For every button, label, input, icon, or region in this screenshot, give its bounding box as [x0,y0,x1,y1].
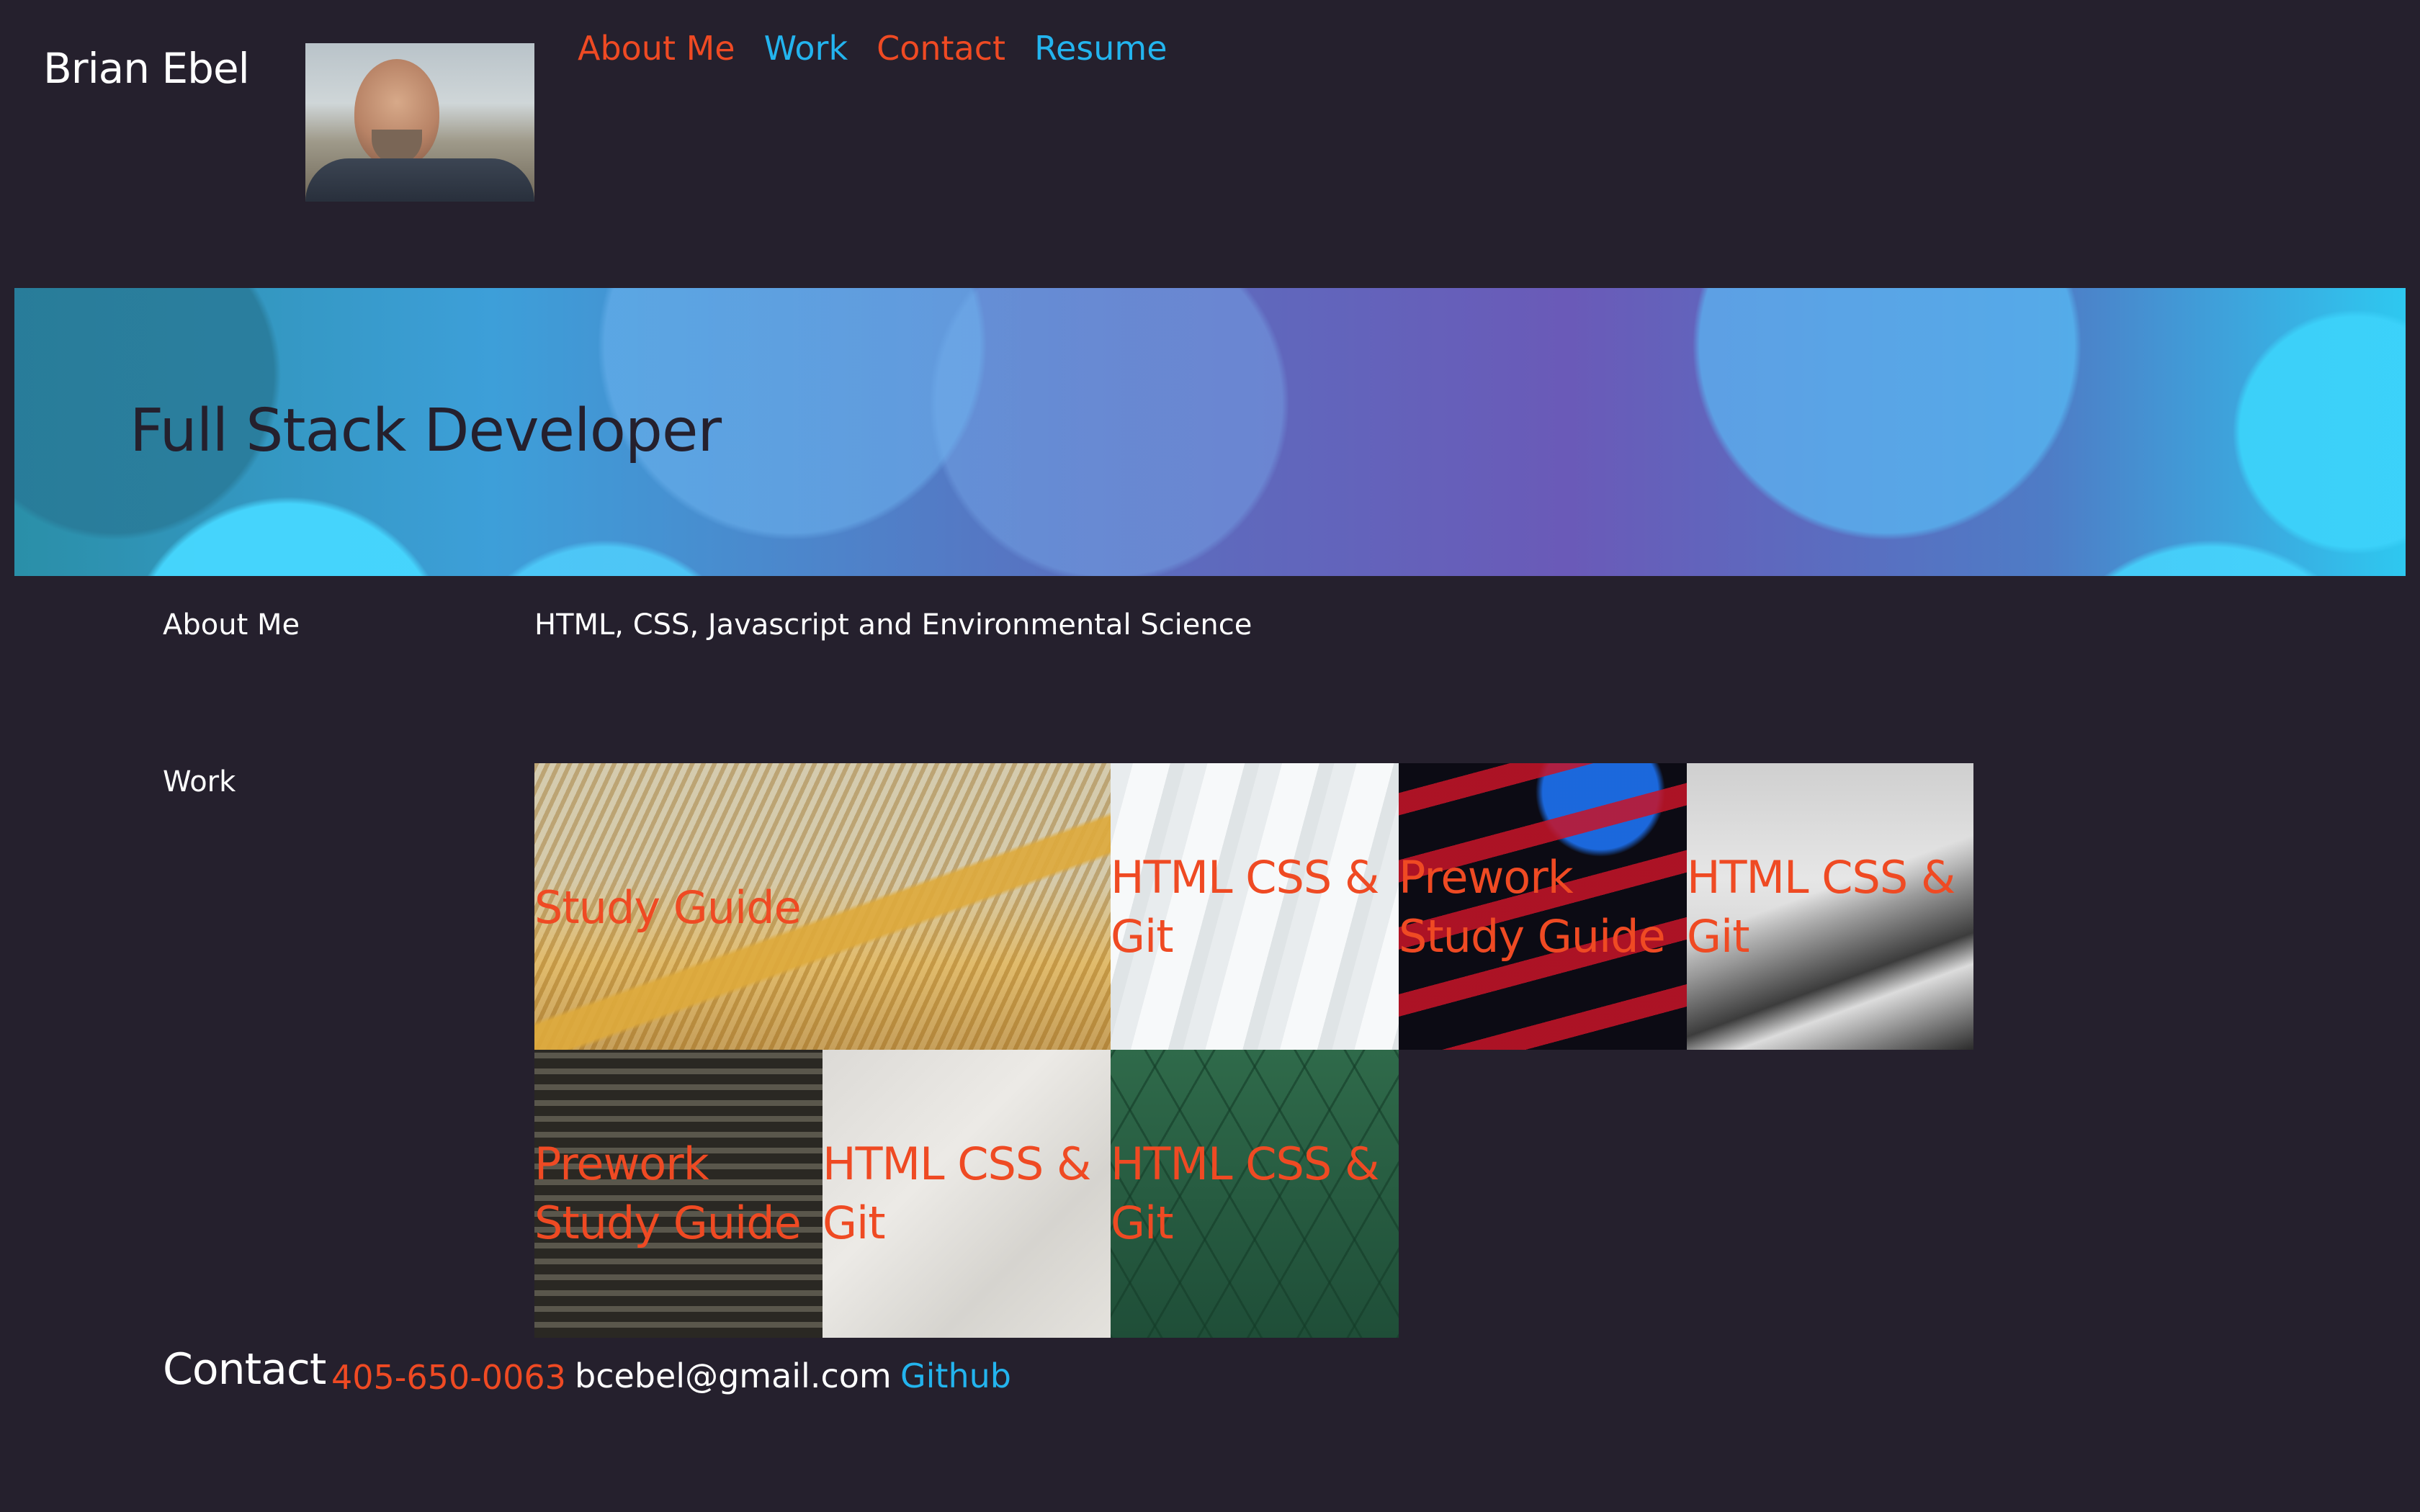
work-label: Work [163,765,236,798]
portfolio-page: Brian Ebel About Me Work Contact Resume … [0,0,2420,1512]
contact-phone-link[interactable]: 405-650-0063 [331,1361,566,1394]
project-tile-html-css-git[interactable]: HTML CSS & Git [823,1050,1111,1338]
project-title: Study Guide [534,881,802,934]
about-label: About Me [163,608,300,642]
nav-contact[interactable]: Contact [877,32,1005,65]
project-title: HTML CSS & Git [1687,851,1955,963]
about-text: HTML, CSS, Javascript and Environmental … [534,608,1252,642]
project-title: HTML CSS & Git [1111,1138,1379,1249]
nav-work[interactable]: Work [764,32,848,65]
hero-banner: Full Stack Developer [14,288,2406,576]
nav-about-me[interactable]: About Me [578,32,735,65]
project-tile-prework-study-guide[interactable]: Prework Study Guide [1399,763,1687,1050]
project-title: Prework Study Guide [1399,851,1666,963]
nav-resume[interactable]: Resume [1034,32,1167,65]
project-title: Prework Study Guide [534,1138,802,1249]
contact-github-link[interactable]: Github [900,1359,1011,1392]
project-title: HTML CSS & Git [1111,851,1379,963]
avatar [305,43,534,202]
project-tile-study-guide[interactable]: Study Guide [534,763,1111,1050]
site-title: Brian Ebel [43,44,250,93]
hero-title: Full Stack Developer [130,397,722,465]
contact-email-link[interactable]: bcebel@gmail.com [575,1359,892,1392]
project-tile-prework-study-guide[interactable]: Prework Study Guide [534,1050,823,1338]
project-tile-html-css-git[interactable]: HTML CSS & Git [1111,763,1399,1050]
project-tile-html-css-git[interactable]: HTML CSS & Git [1111,1050,1399,1338]
avatar-jacket [305,158,534,202]
project-tile-html-css-git[interactable]: HTML CSS & Git [1687,763,1973,1050]
project-title: HTML CSS & Git [823,1138,1091,1249]
contact-title: Contact [163,1344,326,1395]
main-nav: About Me Work Contact Resume [578,32,1168,65]
